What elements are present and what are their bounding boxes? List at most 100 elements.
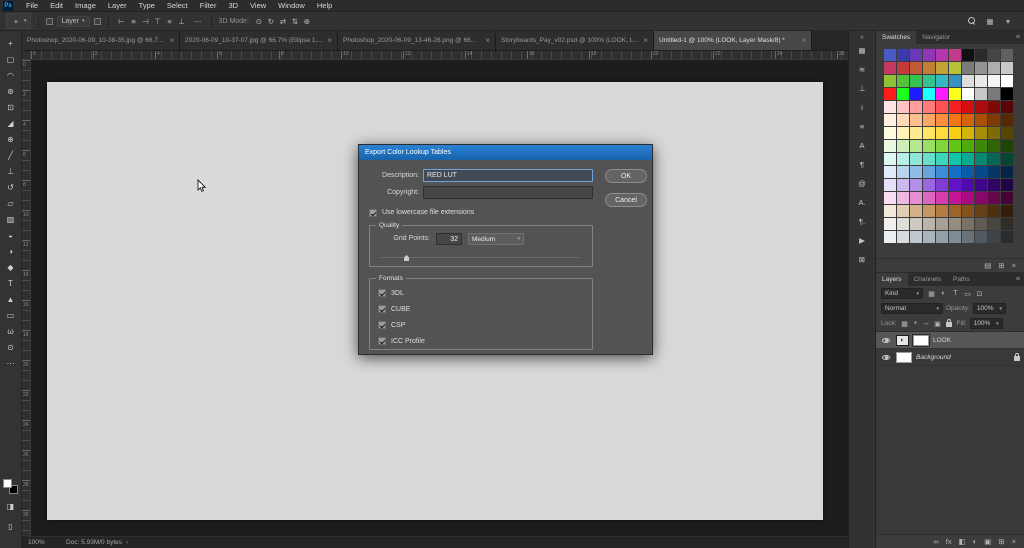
- color-swatch[interactable]: [962, 140, 974, 152]
- 3d-scale-icon[interactable]: ⊕: [301, 15, 313, 27]
- color-swatch[interactable]: [975, 205, 987, 217]
- description-input[interactable]: [423, 169, 593, 182]
- menu-item-3d[interactable]: 3D: [222, 0, 244, 12]
- format-checkbox[interactable]: [378, 289, 386, 297]
- more-options-icon[interactable]: ⋯: [192, 15, 204, 27]
- new-layer-icon[interactable]: ⊞: [998, 537, 1004, 546]
- color-swatch[interactable]: [897, 231, 909, 243]
- path-selection-tool[interactable]: ▲: [1, 291, 21, 307]
- color-swatch[interactable]: [949, 153, 961, 165]
- dialog-title-bar[interactable]: Export Color Lookup Tables: [359, 145, 652, 160]
- ruler-left[interactable]: 024681012141618202224262830: [22, 60, 31, 536]
- new-swatch-group-icon[interactable]: ▤: [984, 261, 991, 270]
- panel-tab-navigator[interactable]: Navigator: [916, 31, 956, 44]
- color-swatch[interactable]: [988, 114, 1000, 126]
- color-swatch[interactable]: [884, 127, 896, 139]
- color-swatch[interactable]: [884, 62, 896, 74]
- color-swatch[interactable]: [962, 205, 974, 217]
- color-swatch[interactable]: [949, 140, 961, 152]
- color-swatch[interactable]: [988, 218, 1000, 230]
- quality-dropdown[interactable]: Medium ▾: [468, 233, 524, 245]
- align-right-icon[interactable]: ⊣: [140, 15, 152, 27]
- panel-tab-layers[interactable]: Layers: [876, 273, 908, 286]
- clone-stamp-tool[interactable]: ⊥: [1, 163, 21, 179]
- 3d-roll-icon[interactable]: ↻: [265, 15, 277, 27]
- color-swatch[interactable]: [897, 101, 909, 113]
- color-swatch[interactable]: [962, 62, 974, 74]
- color-swatch[interactable]: [910, 114, 922, 126]
- color-swatch[interactable]: [897, 179, 909, 191]
- color-picker-widget[interactable]: [3, 479, 18, 494]
- color-swatch[interactable]: [949, 218, 961, 230]
- color-swatch[interactable]: [897, 166, 909, 178]
- color-swatch[interactable]: [910, 88, 922, 100]
- color-swatch[interactable]: [975, 127, 987, 139]
- color-swatch[interactable]: [936, 166, 948, 178]
- color-swatch[interactable]: [975, 88, 987, 100]
- color-swatch[interactable]: [923, 88, 935, 100]
- color-swatch[interactable]: [1001, 231, 1013, 243]
- quick-mask-icon[interactable]: ◨: [1, 498, 21, 514]
- color-swatch[interactable]: [897, 192, 909, 204]
- color-swatch[interactable]: [910, 101, 922, 113]
- color-swatch[interactable]: [884, 192, 896, 204]
- new-adjustment-layer-icon[interactable]: ◐: [973, 537, 978, 546]
- color-swatch[interactable]: [910, 192, 922, 204]
- filter-smart-objects-icon[interactable]: ⊡: [974, 288, 985, 299]
- menu-item-edit[interactable]: Edit: [44, 0, 69, 12]
- menu-item-type[interactable]: Type: [133, 0, 161, 12]
- align-center-horizontal-icon[interactable]: ≡: [128, 15, 140, 27]
- color-swatch[interactable]: [936, 140, 948, 152]
- color-swatch[interactable]: [975, 114, 987, 126]
- color-swatch[interactable]: [910, 179, 922, 191]
- color-swatch[interactable]: [923, 75, 935, 87]
- filter-shape-layers-icon[interactable]: ▭: [962, 288, 973, 299]
- color-swatch[interactable]: [949, 205, 961, 217]
- color-swatch[interactable]: [897, 88, 909, 100]
- libraries-panel-icon[interactable]: ⊠: [852, 253, 872, 266]
- tool-preset-picker[interactable]: + ▾: [6, 13, 31, 29]
- tab-close-icon[interactable]: ×: [485, 37, 490, 45]
- color-swatch[interactable]: [884, 218, 896, 230]
- color-swatch[interactable]: [988, 88, 1000, 100]
- color-swatch[interactable]: [988, 205, 1000, 217]
- 3d-slide-icon[interactable]: ⇅: [289, 15, 301, 27]
- panel-menu-icon[interactable]: ≡: [1012, 273, 1024, 286]
- color-swatch[interactable]: [949, 127, 961, 139]
- color-swatch[interactable]: [884, 179, 896, 191]
- cancel-button[interactable]: Cancel: [605, 193, 647, 207]
- link-layers-icon[interactable]: ∞: [933, 537, 938, 546]
- color-swatch[interactable]: [910, 49, 922, 61]
- align-top-icon[interactable]: ⊤: [152, 15, 164, 27]
- edit-toolbar-icon[interactable]: ⋯: [1, 355, 21, 371]
- color-swatch[interactable]: [1001, 101, 1013, 113]
- color-swatch[interactable]: [988, 192, 1000, 204]
- properties-panel-icon[interactable]: ≡: [852, 120, 872, 133]
- lock-pixels-icon[interactable]: +: [911, 319, 921, 329]
- new-swatch-icon[interactable]: ⊞: [998, 261, 1004, 270]
- color-swatch[interactable]: [897, 218, 909, 230]
- format-checkbox[interactable]: [378, 321, 386, 329]
- color-swatch[interactable]: [923, 153, 935, 165]
- color-swatch[interactable]: [936, 127, 948, 139]
- color-swatch[interactable]: [1001, 75, 1013, 87]
- color-swatch[interactable]: [949, 166, 961, 178]
- color-swatch[interactable]: [988, 49, 1000, 61]
- color-swatch[interactable]: [975, 166, 987, 178]
- delete-swatch-icon[interactable]: ×: [1012, 261, 1016, 270]
- color-swatch[interactable]: [923, 127, 935, 139]
- color-swatch[interactable]: [1001, 218, 1013, 230]
- color-swatch[interactable]: [949, 231, 961, 243]
- color-swatch[interactable]: [962, 101, 974, 113]
- color-panel-icon[interactable]: ▦: [852, 44, 872, 57]
- search-icon[interactable]: [968, 17, 976, 25]
- grid-points-slider[interactable]: [380, 254, 580, 261]
- auto-select-checkbox[interactable]: [46, 18, 53, 25]
- panel-tab-paths[interactable]: Paths: [947, 273, 976, 286]
- color-swatch[interactable]: [897, 49, 909, 61]
- color-swatch[interactable]: [910, 62, 922, 74]
- color-swatch[interactable]: [910, 166, 922, 178]
- color-swatch[interactable]: [1001, 153, 1013, 165]
- format-checkbox[interactable]: [378, 305, 386, 313]
- expand-panels-icon[interactable]: «: [860, 34, 864, 41]
